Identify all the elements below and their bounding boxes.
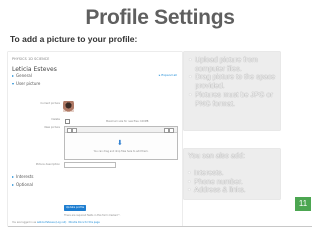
section-interests[interactable]: ▸ Interests (12, 174, 34, 179)
also-add-bullet: Address & links. (188, 186, 246, 195)
moodle-profile-screenshot: PHYSICS 1D SCIENCE Leticia Esteves ▸ Exp… (8, 52, 182, 226)
section-optional-label: Optional (16, 182, 33, 187)
upload-instructions-box: Upload picture from computer files. Drag… (184, 52, 280, 130)
update-profile-button[interactable]: Update profile (64, 205, 86, 211)
upload-arrow-icon: ⬇ (117, 139, 123, 147)
chevron-right-icon: ▸ (12, 182, 15, 187)
breadcrumb[interactable]: PHYSICS 1D SCIENCE (12, 57, 49, 61)
page-footer: You are logged in as Leticia Esteves (Lo… (12, 221, 100, 224)
logout-link[interactable]: (Log out) (55, 221, 66, 224)
moodle-docs-link[interactable]: Moodle Docs for this page (69, 221, 100, 224)
current-picture-label: Current picture (40, 102, 60, 105)
chevron-down-icon: ▾ (12, 81, 15, 86)
also-add-box: You can also add: Interests. Phone numbe… (184, 149, 280, 199)
slide-title: Profile Settings (85, 6, 235, 29)
chevron-right-icon: ▸ (12, 174, 15, 179)
upload-bullet: Upload picture from computer files. (189, 55, 277, 73)
footer-prefix: You are logged in as (12, 221, 37, 224)
upload-bullet: Pictures must be JPG or PNG format. (189, 90, 277, 108)
section-general-label: General (16, 73, 32, 78)
required-fields-note: There are required fields in this form m… (64, 214, 121, 217)
section-interests-label: Interests (16, 174, 34, 179)
also-add-intro: You can also add: (188, 151, 245, 160)
footer-user-link[interactable]: Leticia Esteves (37, 221, 55, 224)
new-picture-label: New picture (44, 126, 60, 129)
section-user-picture[interactable]: ▾ User picture (12, 81, 40, 86)
picture-description-input[interactable] (64, 162, 116, 168)
page-number-badge: 11 (295, 197, 311, 211)
expand-all-link[interactable]: ▸ Expand all (159, 73, 177, 77)
current-avatar (63, 101, 74, 112)
slide-subtitle: To add a picture to your profile: (10, 34, 138, 44)
drop-hint-text: You can drag and drop files here to add … (93, 150, 149, 153)
upload-bullet: Drag picture to the space provided. (189, 72, 277, 90)
user-name-heading: Leticia Esteves (12, 66, 57, 73)
section-optional[interactable]: ▸ Optional (12, 182, 33, 187)
section-general[interactable]: ▸ General (12, 73, 32, 78)
chevron-right-icon: ▸ (12, 73, 15, 78)
delete-picture-checkbox[interactable] (65, 119, 70, 124)
bottom-divider (8, 226, 312, 232)
create-folder-icon[interactable] (72, 128, 77, 133)
file-picker-toolbar (65, 127, 177, 133)
section-user-picture-label: User picture (16, 81, 41, 86)
delete-label: Delete (51, 118, 60, 121)
file-picker-dropzone[interactable]: ⬇ You can drag and drop files here to ad… (64, 126, 178, 160)
picture-description-label: Picture description (35, 163, 60, 166)
max-file-size-note: Maximum size for new files: 100MB (106, 120, 149, 123)
view-list-icon[interactable] (169, 128, 174, 133)
